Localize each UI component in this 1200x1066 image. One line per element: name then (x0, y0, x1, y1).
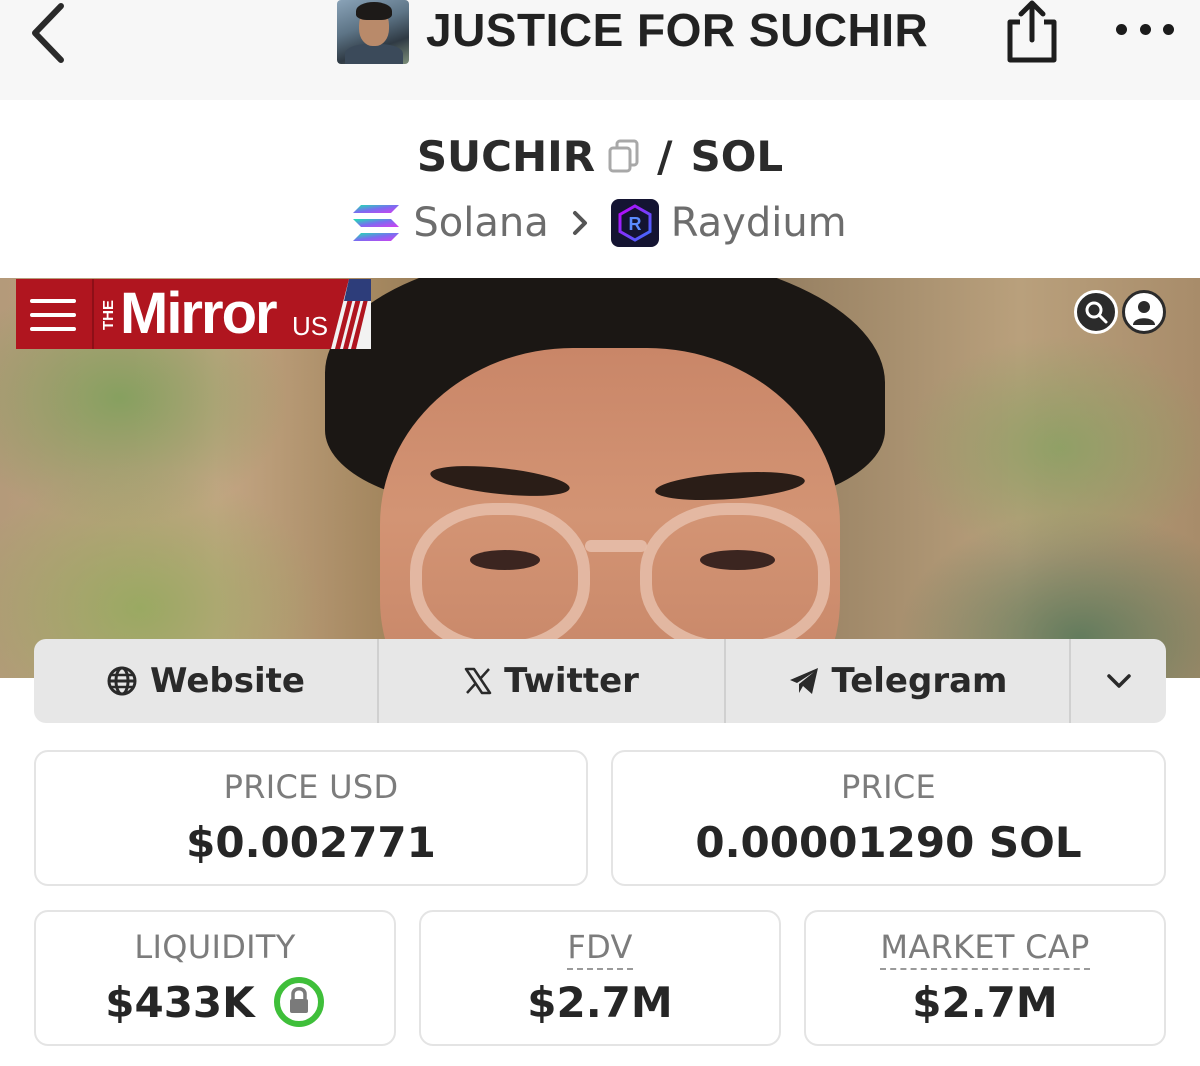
quote-token-symbol: SOL (690, 131, 784, 181)
price-usd-card: PRICE USD $0.002771 (34, 750, 588, 886)
share-button[interactable] (1002, 0, 1062, 64)
price-usd-value: $0.002771 (186, 818, 436, 867)
solana-logo-icon (353, 204, 400, 242)
network-link[interactable]: Solana (413, 200, 548, 246)
twitter-link-label: Twitter (504, 661, 639, 701)
base-token-symbol: SUCHIR (416, 131, 596, 181)
x-logo-icon (464, 667, 492, 695)
fdv-card: FDV $2.7M (419, 910, 781, 1046)
pair-header: SUCHIR / SOL (0, 128, 1200, 184)
fdv-label[interactable]: FDV (567, 928, 633, 970)
telegram-link[interactable]: Telegram (726, 639, 1071, 723)
price-native-label: PRICE (840, 768, 937, 806)
mirror-logo-suffix: US (292, 311, 329, 341)
raydium-logo-icon: R (610, 199, 659, 247)
more-horizontal-icon (1116, 23, 1127, 35)
liquidity-value: $433K (105, 978, 255, 1027)
liquidity-card: LIQUIDITY $433K (34, 910, 396, 1046)
svg-text:R: R (628, 214, 641, 234)
market-cap-card: MARKET CAP $2.7M (804, 910, 1166, 1046)
back-button[interactable] (22, 2, 72, 64)
top-nav-bar: JUSTICE FOR SUCHIR (0, 0, 1200, 100)
us-flag-icon (331, 279, 371, 349)
twitter-link[interactable]: Twitter (379, 639, 726, 723)
more-links-dropdown[interactable] (1071, 639, 1166, 723)
chevron-right-icon (571, 210, 589, 236)
pair-separator: / (657, 131, 673, 181)
price-native-value: 0.00001290 SOL (695, 818, 1082, 867)
market-cap-label[interactable]: MARKET CAP (880, 928, 1090, 970)
website-link[interactable]: Website (34, 639, 379, 723)
website-link-label: Website (150, 661, 305, 701)
lock-icon[interactable] (273, 976, 325, 1028)
token-avatar (337, 0, 409, 64)
copy-icon[interactable] (607, 139, 641, 173)
mirror-logo-prefix: THE (100, 300, 117, 330)
price-usd-label: PRICE USD (223, 768, 399, 806)
price-native-card: PRICE 0.00001290 SOL (611, 750, 1166, 886)
chevron-left-icon (32, 3, 64, 63)
user-icon (1122, 290, 1166, 334)
search-icon (1074, 290, 1118, 334)
more-options-button[interactable] (1116, 12, 1174, 46)
banner-header-icons (1074, 290, 1168, 334)
globe-icon (106, 665, 138, 697)
fdv-value: $2.7M (527, 978, 673, 1027)
chain-breadcrumb: Solana R Raydium (0, 196, 1200, 250)
chevron-down-icon (1106, 673, 1132, 689)
mirror-logo: Mirror (120, 281, 278, 346)
liquidity-label: LIQUIDITY (134, 928, 296, 966)
social-links-bar: Website Twitter Telegram (34, 639, 1166, 723)
hamburger-menu-icon (30, 299, 76, 331)
share-icon (1007, 0, 1057, 63)
page-title: JUSTICE FOR SUCHIR (426, 4, 929, 56)
telegram-icon (788, 666, 820, 696)
mirror-logo-bar: THE Mirror US (16, 279, 371, 349)
dex-link[interactable]: Raydium (671, 200, 847, 246)
token-banner-image: THE Mirror US (0, 278, 1200, 678)
market-cap-value: $2.7M (912, 978, 1058, 1027)
telegram-link-label: Telegram (831, 661, 1008, 701)
